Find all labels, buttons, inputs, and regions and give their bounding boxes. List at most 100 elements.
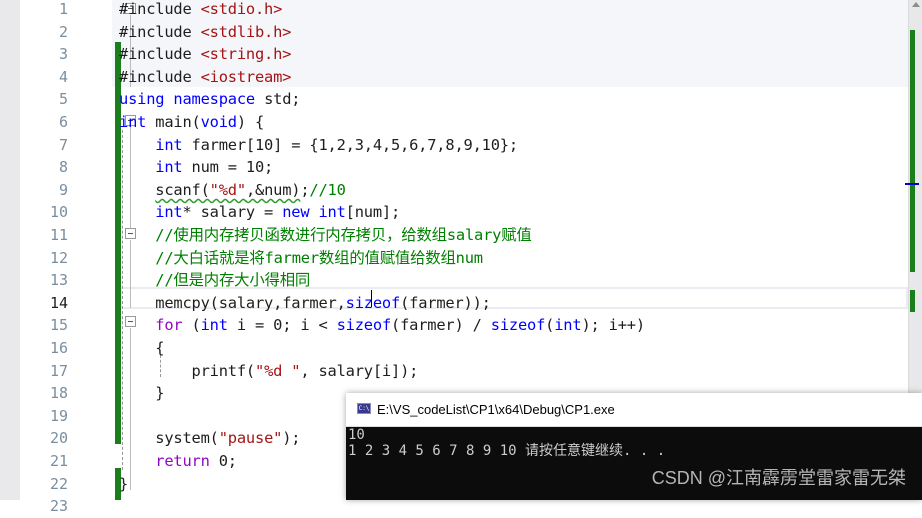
- code-line[interactable]: 2 #include <stdlib.h>: [20, 21, 908, 44]
- code-token: sizeof: [490, 316, 546, 335]
- code-line[interactable]: 9 scanf("%d",&num);//10: [20, 179, 908, 202]
- scrollbar-change-marker: [910, 290, 915, 312]
- code-token: (farmer));: [400, 293, 491, 312]
- code-text: system("pause");: [119, 427, 300, 449]
- code-line[interactable]: 4 #include <iostream>: [20, 66, 908, 89]
- code-token: //10: [309, 180, 346, 199]
- code-token: ,&num): [245, 180, 301, 199]
- line-number: 15: [49, 316, 68, 335]
- code-text: memcpy(salary,farmer,sizeof(farmer));: [119, 292, 491, 314]
- line-number: 20: [49, 429, 68, 448]
- code-token: system(: [155, 429, 219, 448]
- code-text: {: [119, 337, 164, 359]
- console-window[interactable]: C:\ E:\VS_codeList\CP1\x64\Debug\CP1.exe…: [346, 393, 922, 500]
- code-text: int* salary = new int[num];: [119, 201, 400, 223]
- console-app-icon: C:\: [357, 403, 371, 414]
- code-token: "%d": [209, 180, 246, 199]
- code-token: //使用内存拷贝函数进行内存拷贝，给数组salary赋值: [155, 226, 532, 244]
- code-token: main(: [155, 113, 201, 131]
- code-token: <string.h>: [200, 45, 292, 64]
- code-line[interactable]: 3 #include <string.h>: [20, 43, 908, 66]
- code-token: (: [191, 316, 201, 335]
- code-token: "pause": [218, 429, 283, 448]
- line-number: 1: [58, 0, 68, 18]
- line-number: 17: [49, 361, 68, 380]
- code-text: scanf("%d",&num);//10: [119, 179, 346, 201]
- csdn-watermark: CSDN @江南霹雳堂雷家雷无桀: [651, 468, 906, 488]
- code-line[interactable]: 17 printf("%d ", salary[i]);: [20, 360, 908, 383]
- line-number: 14: [49, 293, 68, 312]
- code-line[interactable]: 16 {: [20, 337, 908, 360]
- code-token: }: [155, 384, 165, 403]
- code-token: new int: [282, 203, 346, 222]
- code-text: //使用内存拷贝函数进行内存拷贝，给数组salary赋值: [119, 224, 532, 246]
- line-number: 18: [49, 384, 68, 403]
- code-line[interactable]: 12 //大白话就是将farmer数组的值赋值给数组num: [20, 247, 908, 270]
- line-number: 3: [58, 45, 68, 64]
- code-token: #include: [119, 0, 201, 18]
- code-line[interactable]: 7 int farmer[10] = {1,2,3,4,5,6,7,8,9,10…: [20, 134, 908, 157]
- code-text: return 0;: [119, 450, 237, 472]
- code-token: using namespace: [119, 90, 265, 109]
- code-line[interactable]: 15 for (int i = 0; i < sizeof(farmer) / …: [20, 314, 908, 337]
- code-text: for (int i = 0; i < sizeof(farmer) / siz…: [119, 314, 645, 336]
- code-text: using namespace std;: [119, 88, 301, 110]
- console-titlebar[interactable]: C:\ E:\VS_codeList\CP1\x64\Debug\CP1.exe: [346, 393, 922, 427]
- code-text: #include <stdio.h>: [119, 0, 282, 20]
- code-text: int num = 10;: [119, 156, 273, 178]
- code-token: );: [282, 429, 301, 448]
- console-output-line: 10: [348, 427, 365, 443]
- line-number: 21: [49, 452, 68, 470]
- code-line[interactable]: 8 int num = 10;: [20, 156, 908, 179]
- code-token: #include: [119, 67, 201, 86]
- scroll-up-arrow-icon[interactable]: [912, 2, 920, 7]
- code-token: {: [155, 339, 165, 357]
- code-token: "%d ": [255, 361, 301, 380]
- line-number: 10: [49, 203, 68, 222]
- code-token: }: [119, 474, 129, 493]
- code-token: i = 0; i <: [236, 316, 337, 335]
- code-line[interactable]: 13 //但是内存大小得相同: [20, 269, 908, 292]
- code-line[interactable]: 10 int* salary = new int[num];: [20, 201, 908, 224]
- code-token: int: [119, 113, 156, 131]
- code-text: int farmer[10] = {1,2,3,4,5,6,7,8,9,10};: [119, 134, 518, 156]
- code-token: ); i++): [581, 316, 645, 335]
- code-token: void: [200, 113, 237, 131]
- code-token: printf(: [191, 361, 256, 380]
- line-number: 11: [49, 226, 68, 244]
- code-text: //但是内存大小得相同: [119, 269, 310, 291]
- code-line[interactable]: 1 #include <stdio.h>: [20, 0, 908, 21]
- line-number: 5: [58, 90, 68, 109]
- code-token: 0;: [218, 452, 237, 470]
- code-text: int main(void) {: [119, 111, 264, 133]
- line-number: 19: [49, 406, 68, 425]
- code-token: sizeof: [345, 293, 401, 312]
- code-token: ) {: [236, 113, 265, 131]
- code-token: (: [545, 316, 555, 335]
- code-token: farmer[10] = {1,2,3,4,5,6,7,8,9,10};: [191, 135, 519, 154]
- code-line[interactable]: 6 int main(void) {: [20, 111, 908, 134]
- line-number: 6: [58, 113, 68, 131]
- code-text: }: [119, 382, 164, 404]
- code-line[interactable]: 11 //使用内存拷贝函数进行内存拷贝，给数组salary赋值: [20, 224, 908, 247]
- editor-left-margin: [0, 0, 20, 500]
- code-text: #include <string.h>: [119, 43, 291, 65]
- scrollbar-change-marker: [910, 30, 915, 272]
- code-token: int: [554, 316, 582, 335]
- code-line[interactable]: 5 using namespace std;: [20, 88, 908, 111]
- code-token: * salary =: [182, 203, 283, 222]
- code-token: , salary[i]);: [300, 361, 419, 380]
- code-line[interactable]: 14 memcpy(salary,farmer,sizeof(farmer));: [20, 292, 908, 315]
- console-output: 10 1 2 3 4 5 6 7 8 9 10 请按任意键继续. . .: [348, 427, 665, 459]
